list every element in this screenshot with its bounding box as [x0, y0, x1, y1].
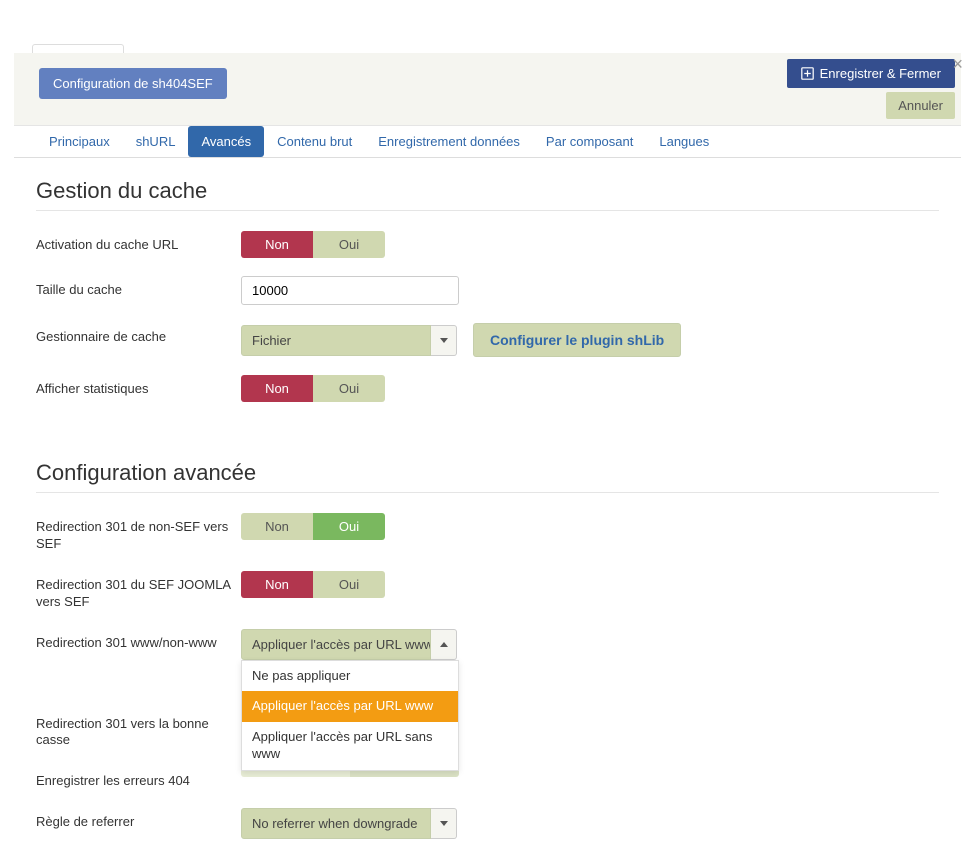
- label-taille-cache: Taille du cache: [36, 276, 241, 299]
- dropdown-option-selected[interactable]: Appliquer l'accès par URL www: [242, 691, 458, 722]
- tab-contenu-brut[interactable]: Contenu brut: [264, 126, 365, 157]
- toggle-oui[interactable]: Oui: [313, 375, 385, 402]
- toggle-oui[interactable]: Oui: [313, 513, 385, 540]
- divider: [36, 492, 939, 493]
- divider: [36, 210, 939, 211]
- tab-par-composant[interactable]: Par composant: [533, 126, 646, 157]
- label-gestionnaire-cache: Gestionnaire de cache: [36, 323, 241, 346]
- select-gestionnaire-value: Fichier: [241, 325, 431, 356]
- caret-down-icon[interactable]: [431, 325, 457, 356]
- section-cache-title: Gestion du cache: [36, 178, 939, 204]
- label-redir-casse: Redirection 301 vers la bonne casse: [36, 710, 241, 750]
- label-redir-www: Redirection 301 www/non-www: [36, 629, 241, 652]
- caret-down-icon[interactable]: [431, 808, 457, 839]
- section-cache: Gestion du cache Activation du cache URL…: [14, 158, 961, 440]
- toggle-non[interactable]: Non: [241, 231, 313, 258]
- label-redir-nonsef: Redirection 301 de non-SEF vers SEF: [36, 513, 241, 553]
- select-referrer[interactable]: No referrer when downgrade: [241, 808, 457, 839]
- section-advanced: Configuration avancée Redirection 301 de…: [14, 440, 961, 859]
- toggle-non[interactable]: Non: [241, 513, 313, 540]
- toggle-afficher-stats[interactable]: Non Oui: [241, 375, 385, 402]
- section-advanced-title: Configuration avancée: [36, 460, 939, 486]
- select-gestionnaire[interactable]: Fichier: [241, 325, 457, 356]
- tab-avances[interactable]: Avancés: [188, 126, 264, 157]
- save-label: Enregistrer & Fermer: [820, 66, 941, 81]
- toggle-non[interactable]: Non: [241, 571, 313, 598]
- toggle-activation-cache[interactable]: Non Oui: [241, 231, 385, 258]
- label-activation-cache: Activation du cache URL: [36, 231, 241, 254]
- tab-langues[interactable]: Langues: [646, 126, 722, 157]
- toggle-oui[interactable]: Oui: [313, 231, 385, 258]
- close-icon[interactable]: ×: [952, 54, 963, 75]
- caret-up-icon[interactable]: [431, 629, 457, 660]
- label-redir-joomla: Redirection 301 du SEF JOOMLA vers SEF: [36, 571, 241, 611]
- edit-save-icon: [801, 67, 814, 80]
- tabs-nav: Principaux shURL Avancés Contenu brut En…: [14, 126, 961, 158]
- input-taille-cache[interactable]: [241, 276, 459, 305]
- toolbar: Configuration de sh404SEF Enregistrer & …: [14, 53, 961, 126]
- cancel-button[interactable]: Annuler: [886, 92, 955, 119]
- toggle-oui[interactable]: Oui: [313, 571, 385, 598]
- tab-enregistrement[interactable]: Enregistrement données: [365, 126, 533, 157]
- config-title-button[interactable]: Configuration de sh404SEF: [39, 68, 227, 99]
- toggle-redir-joomla[interactable]: Non Oui: [241, 571, 385, 598]
- select-redir-www-value: Appliquer l'accès par URL www: [241, 629, 431, 660]
- dropdown-redir-www: Ne pas appliquer Appliquer l'accès par U…: [241, 660, 459, 772]
- toggle-redir-nonsef[interactable]: Non Oui: [241, 513, 385, 540]
- tab-principaux[interactable]: Principaux: [36, 126, 123, 157]
- toggle-non[interactable]: Non: [241, 375, 313, 402]
- tab-shurl[interactable]: shURL: [123, 126, 189, 157]
- label-errors-404: Enregistrer les erreurs 404: [36, 767, 241, 790]
- select-redir-www[interactable]: Appliquer l'accès par URL www: [241, 629, 457, 660]
- select-referrer-value: No referrer when downgrade: [241, 808, 431, 839]
- dropdown-option[interactable]: Appliquer l'accès par URL sans www: [242, 722, 458, 770]
- save-close-button[interactable]: Enregistrer & Fermer: [787, 59, 955, 88]
- label-referrer: Règle de referrer: [36, 808, 241, 831]
- configure-plugin-button[interactable]: Configurer le plugin shLib: [473, 323, 681, 357]
- dropdown-option[interactable]: Ne pas appliquer: [242, 661, 458, 692]
- label-afficher-stats: Afficher statistiques: [36, 375, 241, 398]
